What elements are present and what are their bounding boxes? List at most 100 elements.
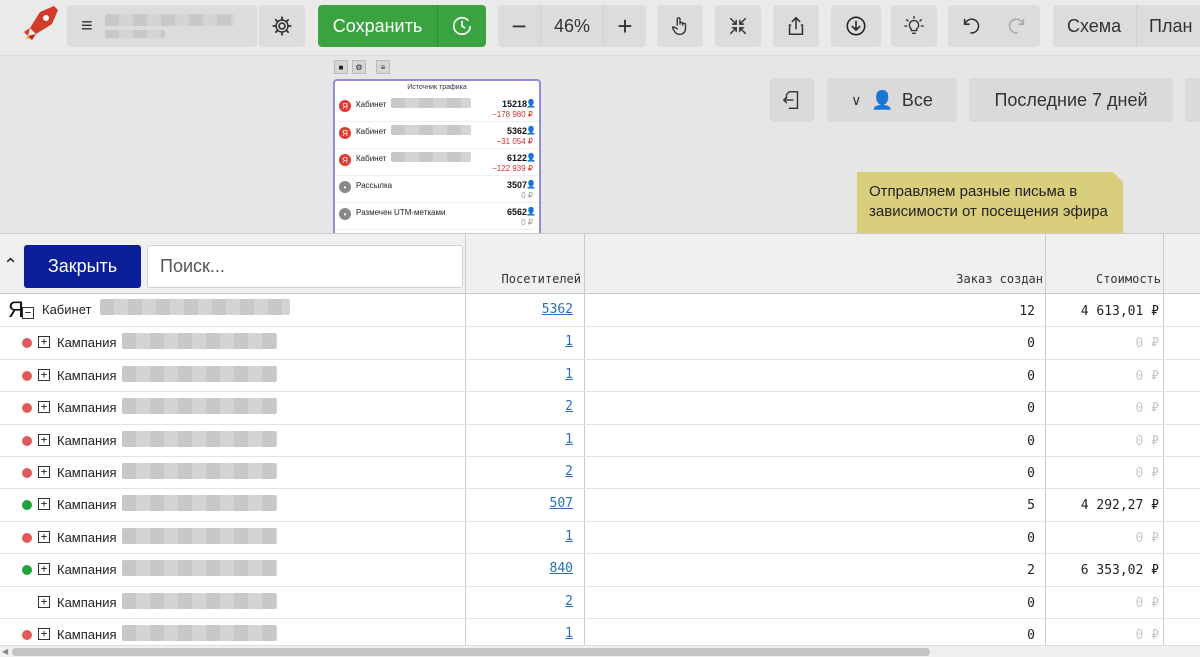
zoom-in-button[interactable]: +	[604, 5, 646, 47]
row-name: Кампания	[57, 497, 117, 513]
pan-tool-button[interactable]	[657, 5, 703, 47]
expand-row-icon[interactable]: +	[38, 563, 50, 576]
undo-icon[interactable]	[960, 15, 982, 37]
column-header-visitors[interactable]: Посетителей	[470, 272, 581, 286]
node-row[interactable]: • Размечен UTM-метками 6562 👤 0 ₽	[335, 203, 539, 230]
table-row-parent[interactable]: Я − Кабинет 5362 12 4 613,01 ₽	[0, 295, 1200, 328]
source-icon: •	[339, 181, 351, 193]
main-toolbar: ≡ Сохранить − 46% + Схема План	[0, 0, 1200, 56]
status-dot	[22, 629, 32, 640]
history-group	[948, 5, 1040, 47]
orders-value: 0	[1027, 627, 1035, 643]
save-history-button[interactable]	[438, 5, 486, 47]
status-dot	[22, 370, 32, 381]
fit-to-screen-button[interactable]	[715, 5, 761, 47]
visitors-link[interactable]: 2	[565, 464, 573, 479]
blurred-name	[122, 365, 277, 382]
expand-row-icon[interactable]: +	[38, 401, 50, 414]
expand-row-icon[interactable]: +	[38, 336, 50, 349]
export-button[interactable]	[770, 78, 814, 122]
node-stop-icon[interactable]: ■	[334, 60, 348, 74]
horizontal-scrollbar[interactable]: ◀	[0, 645, 1200, 657]
row-name: Кампания	[57, 562, 117, 578]
segment-filter-button[interactable]: ∨ 👤 Все	[827, 78, 957, 122]
collapse-row-icon[interactable]: −	[22, 307, 34, 319]
cost-value: 0 ₽	[1135, 336, 1159, 352]
node-mini-toolbar: ■ ⚙ ≡	[334, 60, 390, 74]
redo-icon[interactable]	[1006, 15, 1028, 37]
lightbulb-icon	[904, 15, 924, 35]
zoom-out-button[interactable]: −	[498, 5, 540, 47]
expand-row-icon[interactable]: +	[38, 530, 50, 543]
cost-value: 6 353,02 ₽	[1080, 563, 1159, 579]
tab-schema[interactable]: Схема	[1053, 5, 1137, 47]
chevron-up-icon[interactable]: ⌃	[3, 255, 18, 276]
table-row[interactable]: + Кампания 507 5 4 292,27 ₽	[0, 489, 1200, 522]
table-row[interactable]: + Кампания 2 0 0 ₽	[0, 587, 1200, 619]
sticky-note[interactable]: Отправляем разные письма в зависимости о…	[857, 172, 1123, 233]
status-dot	[22, 532, 32, 543]
visitors-link[interactable]: 1	[565, 432, 573, 447]
visitors-link[interactable]: 1	[565, 529, 573, 544]
expand-row-icon[interactable]: +	[38, 627, 50, 640]
settings-button[interactable]	[259, 5, 305, 47]
node-list-icon[interactable]: ≡	[376, 60, 390, 74]
share-button[interactable]	[773, 5, 819, 47]
table-row[interactable]: + Кампания 2 0 0 ₽	[0, 457, 1200, 490]
node-row[interactable]: Я Кабинет 6122 👤 −122 939 ₽	[335, 149, 539, 176]
node-row-sum: 0 ₽	[521, 191, 533, 200]
blurred-name	[122, 430, 277, 447]
diagram-canvas[interactable]: ■ ⚙ ≡ Источник трафика Я Кабинет 15218 👤 −17…	[0, 56, 1200, 233]
visitors-link[interactable]: 1	[565, 626, 573, 641]
table-row[interactable]: + Кампания 840 2 6 353,02 ₽	[0, 554, 1200, 587]
visitors-link[interactable]: 2	[565, 594, 573, 609]
visitors-link[interactable]: 507	[550, 496, 573, 511]
table-row[interactable]: + Кампания 1 0 0 ₽	[0, 327, 1200, 360]
more-button[interactable]	[1185, 78, 1200, 122]
visitors-link[interactable]: 1	[565, 367, 573, 382]
node-settings-icon[interactable]: ⚙	[352, 60, 366, 74]
period-button[interactable]: Последние 7 дней	[969, 78, 1173, 122]
cost-value: 0 ₽	[1135, 627, 1159, 643]
cost-value: 0 ₽	[1135, 530, 1159, 546]
visitors-link[interactable]: 1	[565, 334, 573, 349]
cost-value: 0 ₽	[1135, 465, 1159, 481]
stats-panel: ⌃ Закрыть Посетителей Заказ создан Стоим…	[0, 233, 1200, 657]
expand-row-icon[interactable]: +	[38, 465, 50, 478]
column-header-orders[interactable]: Заказ создан	[880, 272, 1043, 286]
node-row[interactable]: Я Кабинет 5362 👤 −31 054 ₽	[335, 122, 539, 149]
node-row-label: Кабинет	[356, 127, 387, 136]
node-row[interactable]: Я Кабинет 15218 👤 −178 980 ₽	[335, 95, 539, 122]
expand-row-icon[interactable]: +	[38, 433, 50, 446]
column-header-cost[interactable]: Стоимость	[1050, 272, 1161, 286]
download-button[interactable]	[831, 5, 881, 47]
table-row[interactable]: + Кампания 1 0 0 ₽	[0, 360, 1200, 393]
visitors-link[interactable]: 2	[565, 399, 573, 414]
status-dot	[22, 565, 32, 576]
scrollbar-thumb[interactable]	[12, 648, 930, 656]
save-button[interactable]: Сохранить	[318, 5, 438, 47]
traffic-source-node[interactable]: Источник трафика Я Кабинет 15218 👤 −178 980 …	[333, 79, 541, 233]
table-row[interactable]: + Кампания 2 0 0 ₽	[0, 392, 1200, 425]
tab-plan[interactable]: План	[1137, 5, 1192, 47]
blurred-name	[391, 98, 471, 108]
hints-button[interactable]	[891, 5, 937, 47]
visitors-link[interactable]: 5362	[542, 302, 573, 317]
table-row[interactable]: + Кампания 1 0 0 ₽	[0, 522, 1200, 555]
row-name: Кампания	[57, 432, 117, 448]
expand-row-icon[interactable]: +	[38, 498, 50, 511]
visitors-link[interactable]: 840	[550, 561, 573, 576]
close-button[interactable]: Закрыть	[24, 245, 141, 288]
node-row[interactable]: • Рассылка 3507 👤 0 ₽	[335, 176, 539, 203]
user-icon: 👤	[526, 180, 536, 189]
scroll-left-icon[interactable]: ◀	[2, 647, 8, 656]
project-menu-button[interactable]: ≡	[67, 5, 257, 47]
table-row[interactable]: + Кампания 1 0 0 ₽	[0, 425, 1200, 457]
rocket-logo-icon[interactable]	[18, 2, 62, 46]
cost-value: 4 613,01 ₽	[1080, 304, 1159, 319]
expand-row-icon[interactable]: +	[38, 368, 50, 381]
search-input[interactable]	[147, 245, 463, 288]
expand-row-icon[interactable]: +	[38, 595, 50, 608]
node-row-value: 15218	[501, 99, 527, 109]
collapse-arrows-icon	[729, 17, 747, 35]
